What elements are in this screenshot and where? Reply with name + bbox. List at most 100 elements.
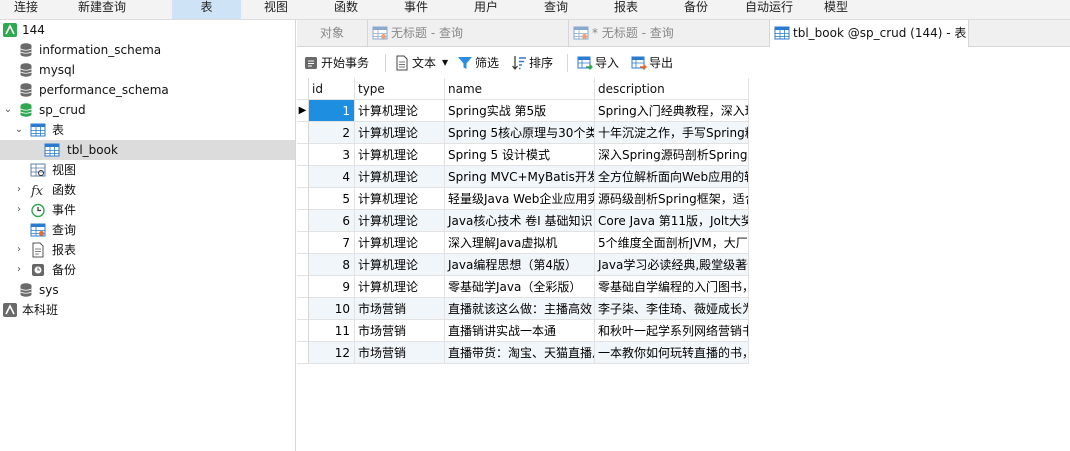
cell-id[interactable]: 9 <box>309 276 355 298</box>
toolbar-model-button[interactable]: 模型 <box>810 0 862 19</box>
cell-type[interactable]: 市场营销 <box>355 298 445 320</box>
cell-description[interactable]: 十年沉淀之作，手写Spring精 <box>595 122 749 144</box>
cell-type[interactable]: 计算机理论 <box>355 276 445 298</box>
table-row[interactable]: 4 计算机理论 Spring MVC+MyBatis开发 全方位解析面向Web应用的轻 <box>297 166 749 188</box>
row-marker[interactable] <box>297 298 309 320</box>
export-button[interactable]: 导出 <box>631 52 679 74</box>
cell-type[interactable]: 计算机理论 <box>355 254 445 276</box>
table-row[interactable]: 9计算机理论零基础学Java（全彩版）零基础自学编程的入门图书，由 <box>297 276 749 298</box>
chevron-right-icon[interactable]: › <box>14 260 24 280</box>
cell-name[interactable]: 直播就该这么做：主播高效 <box>445 298 595 320</box>
database-sys[interactable]: sys <box>0 280 295 300</box>
cell-name[interactable]: 轻量级Java Web企业应用实 <box>445 188 595 210</box>
cell-type[interactable]: 计算机理论 <box>355 122 445 144</box>
row-marker[interactable] <box>297 188 309 210</box>
cell-description[interactable]: Spring入门经典教程，深入理 <box>595 100 749 122</box>
tree-views-folder[interactable]: 视图 <box>0 160 295 180</box>
cell-id[interactable]: 6 <box>309 210 355 232</box>
tree-tables-folder[interactable]: ⌄ 表 <box>0 120 295 140</box>
cell-description[interactable]: 李子柒、李佳琦、薇娅成长为网 <box>595 298 749 320</box>
row-marker[interactable] <box>297 320 309 342</box>
cell-name[interactable]: Spring实战 第5版 <box>445 100 595 122</box>
row-marker[interactable] <box>297 166 309 188</box>
row-marker[interactable] <box>297 144 309 166</box>
import-button[interactable]: 导入 <box>577 52 625 74</box>
text-view-dropdown[interactable]: 文本 ▼ <box>394 52 452 74</box>
database-mysql[interactable]: mysql <box>0 60 295 80</box>
chevron-right-icon[interactable]: › <box>14 240 24 260</box>
cell-type[interactable]: 计算机理论 <box>355 100 445 122</box>
cell-name[interactable]: Spring MVC+MyBatis开发 <box>445 166 595 188</box>
toolbar-event-button[interactable]: 事件 <box>390 0 442 19</box>
table-row[interactable]: 6 计算机理论 Java核心技术 卷I 基础知识 Core Java 第11版，Jol… <box>297 210 749 232</box>
cell-id[interactable]: 7 <box>309 232 355 254</box>
cell-description[interactable]: 零基础自学编程的入门图书，由 <box>595 276 749 298</box>
cell-type[interactable]: 市场营销 <box>355 342 445 364</box>
cell-description[interactable]: 5个维度全面剖析JVM，大厂面 <box>595 232 749 254</box>
cell-id[interactable]: 5 <box>309 188 355 210</box>
cell-id[interactable]: 10 <box>309 298 355 320</box>
row-marker[interactable] <box>297 276 309 298</box>
chevron-down-icon[interactable]: ⌄ <box>14 120 24 140</box>
table-row[interactable]: 2 计算机理论 Spring 5核心原理与30个类 十年沉淀之作，手写Spring精 <box>297 122 749 144</box>
filter-button[interactable]: 筛选 <box>457 52 505 74</box>
table-row[interactable]: 12 市场营销 直播带货：淘宝、天猫直播从 一本教你如何玩转直播的书，1 <box>297 342 749 364</box>
table-row[interactable]: 11 市场营销 直播销讲实战一本通 和秋叶一起学系列网络营销书 <box>297 320 749 342</box>
toolbar-new-query-button[interactable]: 新建查询 <box>62 0 142 19</box>
tab-objects[interactable]: 对象 <box>297 20 368 46</box>
toolbar-user-button[interactable]: 用户 <box>460 0 512 19</box>
cell-name[interactable]: Spring 5核心原理与30个类 <box>445 122 595 144</box>
column-header-type[interactable]: type <box>355 78 445 100</box>
cell-name[interactable]: 直播销讲实战一本通 <box>445 320 595 342</box>
cell-description[interactable]: Java学习必读经典,殿堂级著作 <box>595 254 749 276</box>
database-sp-crud[interactable]: ⌄ sp_crud <box>0 100 295 120</box>
cell-id[interactable]: 3 <box>309 144 355 166</box>
row-marker[interactable] <box>297 122 309 144</box>
cell-name[interactable]: 深入理解Java虚拟机 <box>445 232 595 254</box>
row-marker[interactable] <box>297 210 309 232</box>
chevron-down-icon[interactable]: ⌄ <box>3 100 13 120</box>
row-marker[interactable] <box>297 232 309 254</box>
column-header-description[interactable]: description <box>595 78 749 100</box>
cell-name[interactable]: Java核心技术 卷I 基础知识 <box>445 210 595 232</box>
cell-name[interactable]: 直播带货：淘宝、天猫直播从 <box>445 342 595 364</box>
toolbar-table-button[interactable]: 表 <box>172 0 241 19</box>
column-header-id[interactable]: id <box>309 78 355 100</box>
tree-backups-folder[interactable]: › 备份 <box>0 260 295 280</box>
cell-id[interactable]: 8 <box>309 254 355 276</box>
column-header-name[interactable]: name <box>445 78 595 100</box>
cell-description[interactable]: 深入Spring源码剖析Spring源 <box>595 144 749 166</box>
begin-transaction-button[interactable]: 开始事务 <box>303 52 377 74</box>
table-row[interactable]: 5 计算机理论 轻量级Java Web企业应用实 源码级剖析Spring框架，适合 <box>297 188 749 210</box>
cell-id[interactable]: 4 <box>309 166 355 188</box>
cell-id[interactable]: 2 <box>309 122 355 144</box>
toolbar-connect-button[interactable]: 连接 <box>0 0 52 19</box>
cell-type[interactable]: 计算机理论 <box>355 166 445 188</box>
table-row[interactable]: 7 计算机理论 深入理解Java虚拟机 5个维度全面剖析JVM，大厂面 <box>297 232 749 254</box>
chevron-right-icon[interactable]: › <box>14 200 24 220</box>
cell-type[interactable]: 计算机理论 <box>355 144 445 166</box>
toolbar-backup-button[interactable]: 备份 <box>670 0 722 19</box>
table-row[interactable]: 3 计算机理论 Spring 5 设计模式 深入Spring源码剖析Spring源 <box>297 144 749 166</box>
cell-name[interactable]: 零基础学Java（全彩版） <box>445 276 595 298</box>
connection-144[interactable]: 144 <box>0 20 295 40</box>
cell-description[interactable]: 一本教你如何玩转直播的书，1 <box>595 342 749 364</box>
chevron-right-icon[interactable]: › <box>14 180 24 200</box>
cell-description[interactable]: Core Java 第11版，Jolt大奖 <box>595 210 749 232</box>
table-row[interactable]: 8 计算机理论 Java编程思想（第4版） Java学习必读经典,殿堂级著作 <box>297 254 749 276</box>
cell-name[interactable]: Spring 5 设计模式 <box>445 144 595 166</box>
tree-functions-folder[interactable]: › fx 函数 <box>0 180 295 200</box>
toolbar-query-button[interactable]: 查询 <box>530 0 582 19</box>
tree-reports-folder[interactable]: › 报表 <box>0 240 295 260</box>
cell-type[interactable]: 计算机理论 <box>355 188 445 210</box>
cell-id[interactable]: 11 <box>309 320 355 342</box>
cell-description[interactable]: 源码级剖析Spring框架，适合 <box>595 188 749 210</box>
database-performance-schema[interactable]: performance_schema <box>0 80 295 100</box>
tree-queries-folder[interactable]: 查询 <box>0 220 295 240</box>
tree-events-folder[interactable]: › 事件 <box>0 200 295 220</box>
cell-id[interactable]: 12 <box>309 342 355 364</box>
cell-id[interactable]: 1 <box>309 100 355 122</box>
connection-benkeban[interactable]: 本科班 <box>0 300 295 320</box>
current-row-arrow-icon[interactable]: ▶ <box>297 100 309 122</box>
toolbar-automation-button[interactable]: 自动运行 <box>737 0 801 19</box>
